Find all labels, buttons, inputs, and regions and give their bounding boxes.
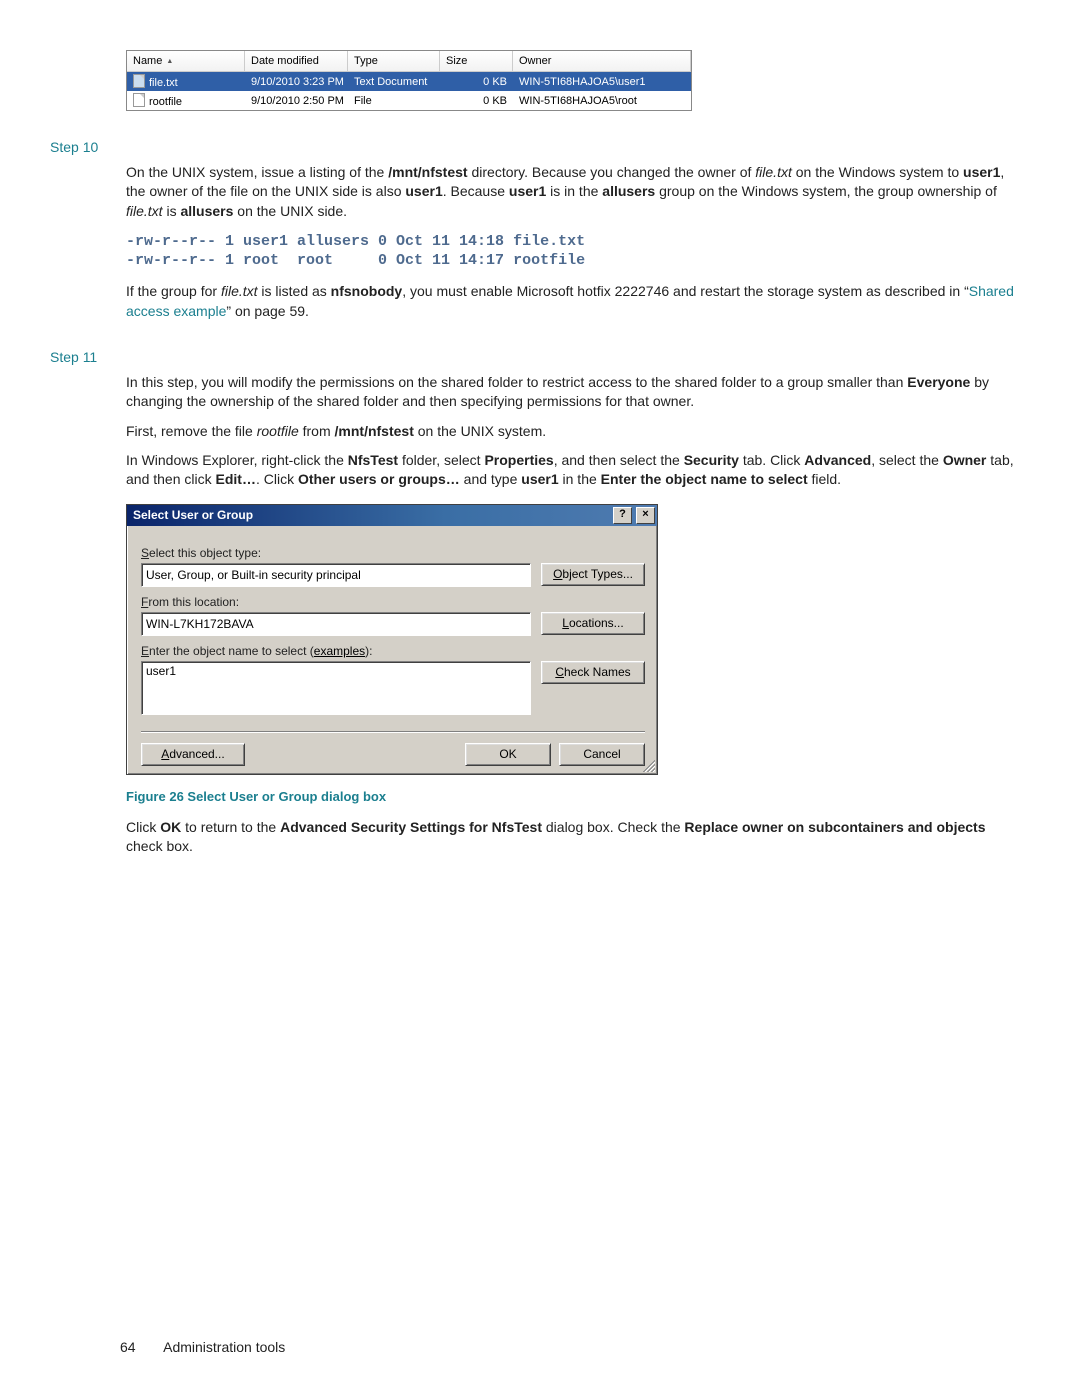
col-header-size[interactable]: Size <box>440 51 513 71</box>
body-text: Click OK to return to the Advanced Secur… <box>126 818 1018 857</box>
help-button[interactable]: ? <box>613 507 632 524</box>
label-enter-object: Enter the object name to select (example… <box>141 644 645 658</box>
step-label: Step 10 <box>50 139 1030 155</box>
body-text: In this step, you will modify the permis… <box>126 373 1018 490</box>
object-name-input[interactable]: user1 <box>141 661 531 715</box>
col-header-name[interactable]: Name▲ <box>127 51 245 71</box>
table-row[interactable]: file.txt 9/10/2010 3:23 PM Text Document… <box>127 72 691 91</box>
check-names-button[interactable]: Check Names <box>541 661 645 684</box>
unix-listing: -rw-r--r-- 1 user1 allusers 0 Oct 11 14:… <box>126 233 1030 271</box>
advanced-button[interactable]: Advanced... <box>141 743 245 766</box>
object-types-button[interactable]: Object Types... <box>541 563 645 586</box>
page-footer: 64 Administration tools <box>120 1339 285 1355</box>
sort-asc-icon: ▲ <box>166 58 173 65</box>
explorer-header: Name▲ Date modified Type Size Owner <box>127 51 691 72</box>
figure-caption: Figure 26 Select User or Group dialog bo… <box>126 789 1030 804</box>
label-from-location: From this location: <box>141 595 645 609</box>
col-header-type[interactable]: Type <box>348 51 440 71</box>
select-user-or-group-dialog: Select User or Group ? × Select this obj… <box>126 504 658 775</box>
file-icon <box>133 74 145 88</box>
body-text: If the group for file.txt is listed as n… <box>126 282 1018 321</box>
location-input[interactable] <box>141 612 531 636</box>
cancel-button[interactable]: Cancel <box>559 743 645 766</box>
label-object-type: Select this object type: <box>141 546 645 560</box>
dialog-titlebar: Select User or Group ? × <box>127 505 657 526</box>
examples-link[interactable]: examples <box>314 644 365 658</box>
table-row[interactable]: rootfile 9/10/2010 2:50 PM File 0 KB WIN… <box>127 91 691 110</box>
file-icon <box>133 93 145 107</box>
body-text: On the UNIX system, issue a listing of t… <box>126 163 1018 221</box>
resize-grip-icon[interactable] <box>642 759 655 772</box>
locations-button[interactable]: Locations... <box>541 612 645 635</box>
explorer-list: Name▲ Date modified Type Size Owner file… <box>126 50 692 111</box>
object-type-input[interactable] <box>141 563 531 587</box>
section-title: Administration tools <box>163 1339 285 1355</box>
step-label: Step 11 <box>50 349 1030 365</box>
dialog-title: Select User or Group <box>133 508 253 522</box>
close-button[interactable]: × <box>636 507 655 524</box>
col-header-owner[interactable]: Owner <box>513 51 691 71</box>
page-number: 64 <box>120 1339 160 1355</box>
divider <box>141 731 645 733</box>
ok-button[interactable]: OK <box>465 743 551 766</box>
col-header-date[interactable]: Date modified <box>245 51 348 71</box>
